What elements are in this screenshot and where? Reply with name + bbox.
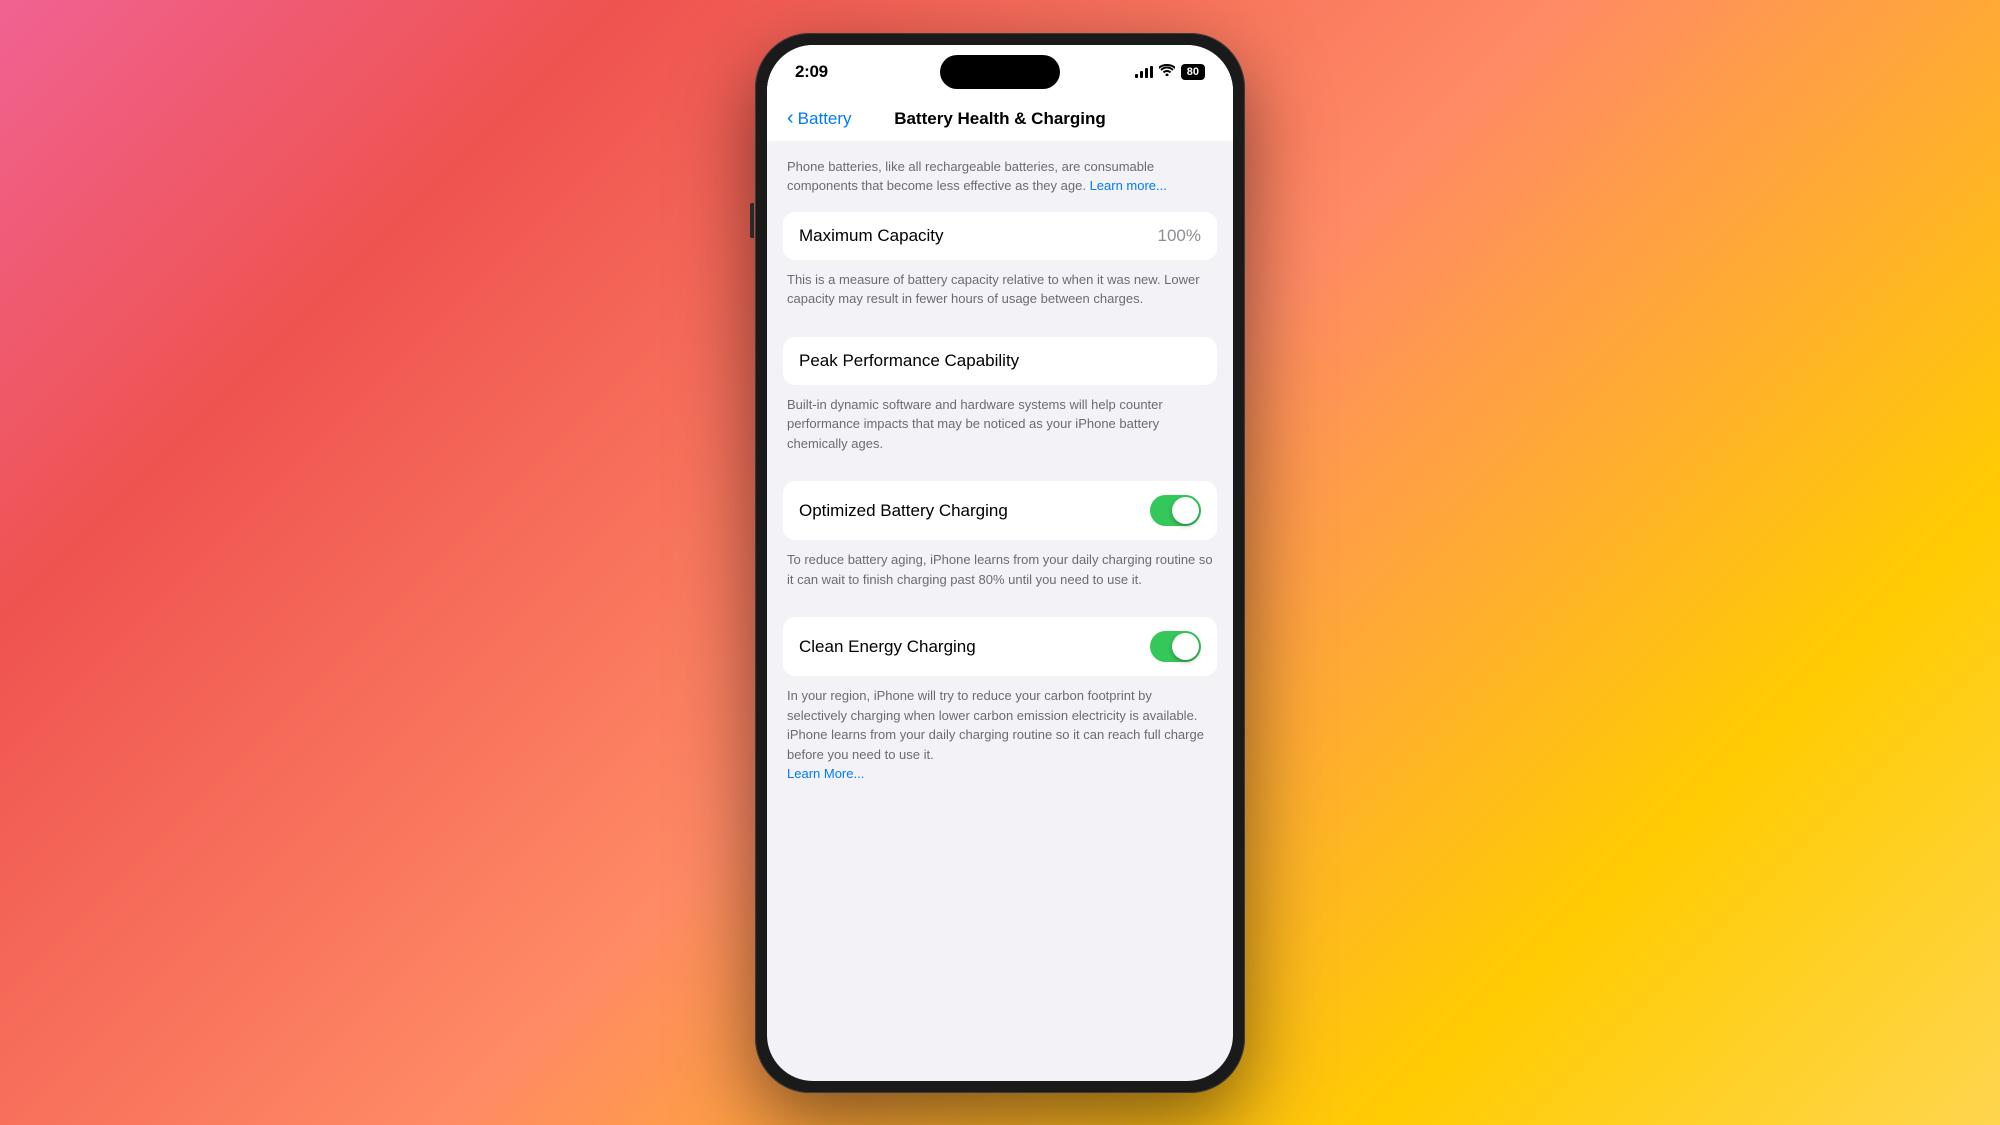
page-title: Battery Health & Charging [894, 109, 1106, 129]
optimized-charging-row: Optimized Battery Charging [783, 481, 1217, 540]
clean-energy-description: In your region, iPhone will try to reduc… [783, 684, 1217, 788]
toggle-knob [1172, 497, 1199, 524]
max-capacity-card: Maximum Capacity 100% [783, 212, 1217, 260]
max-capacity-label: Maximum Capacity [799, 226, 944, 246]
toggle-knob-clean [1172, 633, 1199, 660]
optimized-charging-toggle[interactable] [1150, 495, 1201, 526]
back-label: Battery [798, 109, 852, 129]
status-icons: 80 [1135, 64, 1205, 80]
peak-performance-description: Built-in dynamic software and hardware s… [783, 393, 1217, 466]
clean-energy-row: Clean Energy Charging [783, 617, 1217, 676]
phone-screen: 2:09 80 [767, 45, 1233, 1081]
optimized-charging-label: Optimized Battery Charging [799, 501, 1008, 521]
phone-frame: 2:09 80 [755, 33, 1245, 1093]
dynamic-island [940, 55, 1060, 89]
clean-energy-toggle[interactable] [1150, 631, 1201, 662]
max-capacity-value: 100% [1158, 226, 1201, 246]
battery-indicator: 80 [1181, 64, 1205, 80]
signal-icon [1135, 66, 1153, 78]
intro-description: Phone batteries, like all rechargeable b… [783, 157, 1217, 196]
optimized-charging-description: To reduce battery aging, iPhone learns f… [783, 548, 1217, 601]
status-bar: 2:09 80 [767, 45, 1233, 99]
back-button[interactable]: ‹ Battery [787, 109, 852, 129]
max-capacity-row: Maximum Capacity 100% [783, 212, 1217, 260]
peak-performance-card: Peak Performance Capability [783, 337, 1217, 385]
learn-more-link[interactable]: Learn more... [1090, 178, 1167, 193]
clean-energy-label: Clean Energy Charging [799, 637, 976, 657]
optimized-charging-card: Optimized Battery Charging [783, 481, 1217, 540]
clean-energy-learn-more[interactable]: Learn More... [787, 766, 864, 781]
max-capacity-description: This is a measure of battery capacity re… [783, 268, 1217, 321]
peak-performance-row: Peak Performance Capability [783, 337, 1217, 385]
wifi-icon [1159, 64, 1175, 79]
peak-performance-label: Peak Performance Capability [799, 351, 1019, 371]
content-area: Phone batteries, like all rechargeable b… [767, 141, 1233, 820]
clean-energy-card: Clean Energy Charging [783, 617, 1217, 676]
back-chevron-icon: ‹ [787, 108, 794, 128]
status-time: 2:09 [795, 62, 828, 82]
navigation-bar: ‹ Battery Battery Health & Charging [767, 99, 1233, 141]
